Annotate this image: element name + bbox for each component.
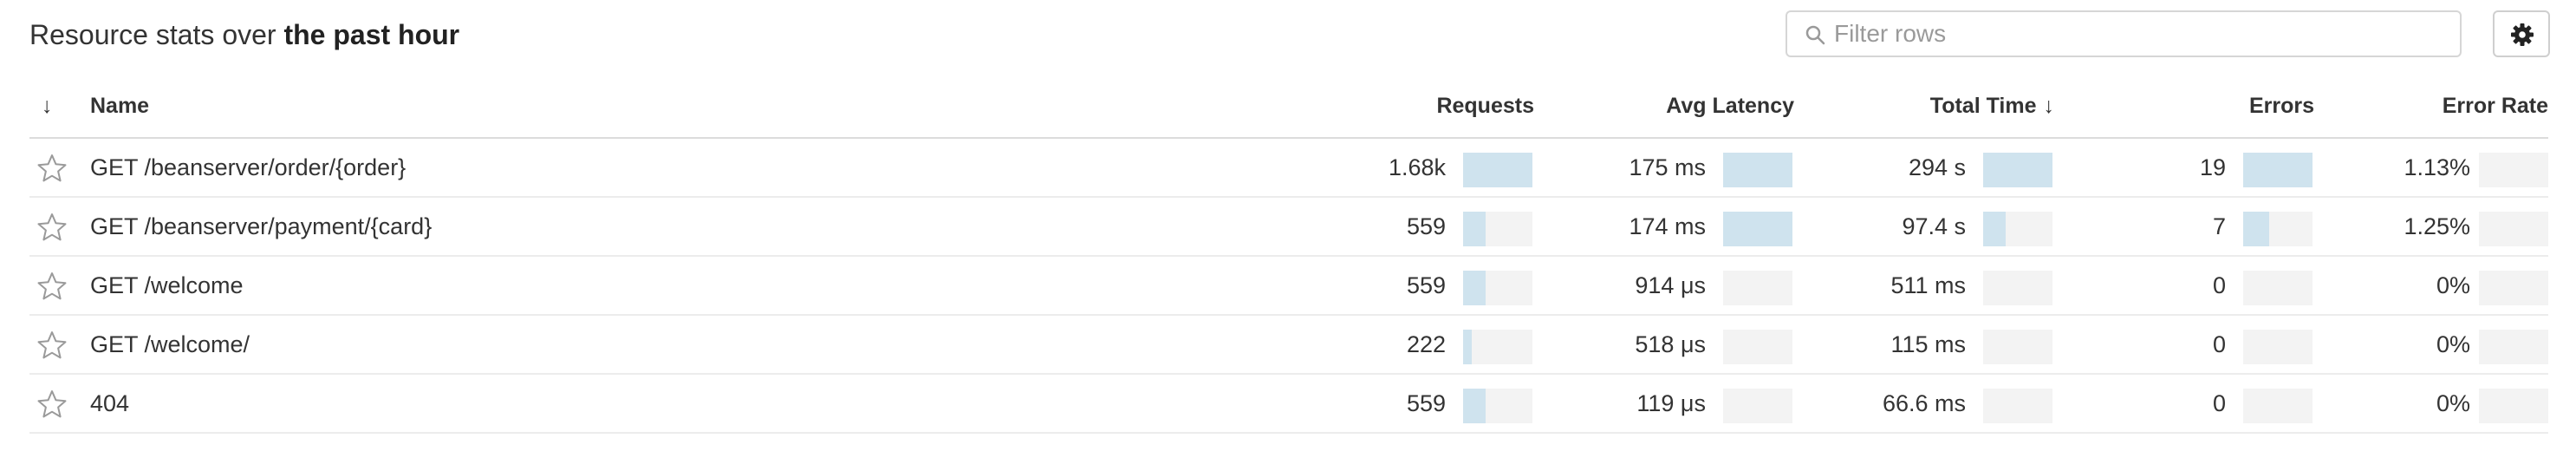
avg-latency-value: 518 μs (1635, 331, 1706, 357)
resource-name[interactable]: 404 (90, 375, 129, 432)
resource-name[interactable]: GET /welcome (90, 257, 244, 314)
errors-value: 0 (2212, 331, 2226, 357)
table-row[interactable]: GET /welcome/ 222 518 μs 115 ms 0 0% (29, 316, 2548, 375)
avg-latency-bar (1723, 212, 1792, 246)
arrow-down-icon: ↓ (2043, 94, 2055, 118)
error-rate-bar (2479, 330, 2548, 364)
panel-title: Resource stats over the past hour (29, 16, 459, 54)
total-time-value: 115 ms (1890, 331, 1966, 357)
avg-latency-value: 119 μs (1636, 390, 1706, 416)
settings-button[interactable] (2493, 10, 2550, 57)
requests-bar (1463, 330, 1532, 364)
table-row[interactable]: GET /welcome 559 914 μs 511 ms 0 0% (29, 257, 2548, 316)
error-rate-bar (2479, 153, 2548, 187)
errors-value: 7 (2212, 213, 2226, 239)
resource-name[interactable]: GET /welcome/ (90, 316, 250, 373)
total-time-value: 66.6 ms (1882, 390, 1966, 416)
requests-value: 559 (1406, 272, 1446, 298)
avg-latency-bar (1723, 271, 1792, 305)
requests-value: 222 (1406, 331, 1446, 357)
column-header-total-time-label: Total Time (1929, 94, 2037, 118)
avg-latency-bar (1723, 153, 1792, 187)
error-rate-bar (2479, 212, 2548, 246)
column-header-avg-latency[interactable]: Avg Latency (1534, 90, 1794, 121)
requests-value: 559 (1406, 390, 1446, 416)
avg-latency-bar-fill (1723, 153, 1792, 187)
total-time-value: 294 s (1908, 154, 1966, 180)
total-time-value: 511 ms (1890, 272, 1966, 298)
star-outline-icon[interactable] (36, 389, 68, 420)
table-row[interactable]: 404 559 119 μs 66.6 ms 0 0% (29, 375, 2548, 434)
column-header-errors[interactable]: Errors (2054, 90, 2314, 121)
column-header-name[interactable]: Name (90, 90, 149, 121)
resource-stats-table: ↓ Name Requests Avg Latency Total Time ↓ … (29, 73, 2548, 434)
requests-value: 559 (1406, 213, 1446, 239)
resource-stats-panel: Resource stats over the past hour Filter… (0, 0, 2576, 458)
error-rate-value: 0% (2436, 390, 2470, 416)
table-body: GET /beanserver/order/{order} 1.68k 175 … (29, 139, 2548, 434)
requests-bar-fill (1463, 271, 1486, 305)
star-outline-icon[interactable] (36, 330, 68, 361)
total-time-bar (1983, 389, 2052, 423)
panel-header: Resource stats over the past hour (0, 0, 2576, 73)
error-rate-bar (2479, 389, 2548, 423)
star-outline-icon[interactable] (36, 271, 68, 302)
gear-icon (2511, 23, 2534, 46)
column-header-total-time[interactable]: Total Time ↓ (1794, 90, 2054, 121)
table-header-row: ↓ Name Requests Avg Latency Total Time ↓ … (29, 73, 2548, 139)
error-rate-value: 1.25% (2404, 213, 2470, 239)
avg-latency-bar (1723, 330, 1792, 364)
total-time-bar-fill (1983, 212, 2007, 246)
requests-bar-fill (1463, 153, 1532, 187)
error-rate-value: 1.13% (2404, 154, 2470, 180)
column-header-requests[interactable]: Requests (1274, 90, 1534, 121)
total-time-bar (1983, 271, 2052, 305)
requests-bar-fill (1463, 330, 1473, 364)
avg-latency-value: 174 ms (1629, 213, 1706, 239)
search-icon (1805, 25, 1825, 45)
error-rate-value: 0% (2436, 331, 2470, 357)
star-outline-icon[interactable] (36, 212, 68, 243)
resource-name[interactable]: GET /beanserver/order/{order} (90, 139, 406, 196)
requests-bar-fill (1463, 389, 1486, 423)
requests-bar (1463, 389, 1532, 423)
total-time-value: 97.4 s (1902, 213, 1966, 239)
requests-bar (1463, 271, 1532, 305)
errors-value: 19 (2199, 154, 2226, 180)
total-time-bar (1983, 212, 2052, 246)
total-time-bar-fill (1983, 153, 2052, 187)
avg-latency-value: 175 ms (1629, 154, 1706, 180)
filter-rows-box[interactable] (1786, 10, 2462, 57)
requests-bar-fill (1463, 212, 1486, 246)
requests-value: 1.68k (1388, 154, 1446, 180)
errors-value: 0 (2212, 272, 2226, 298)
total-time-bar (1983, 153, 2052, 187)
avg-latency-value: 914 μs (1635, 272, 1706, 298)
title-prefix: Resource stats over (29, 19, 284, 50)
resource-name[interactable]: GET /beanserver/payment/{card} (90, 198, 432, 255)
requests-bar (1463, 212, 1532, 246)
title-time-range: the past hour (283, 19, 460, 50)
sort-indicator-header[interactable]: ↓ (42, 90, 53, 121)
table-row[interactable]: GET /beanserver/order/{order} 1.68k 175 … (29, 139, 2548, 198)
avg-latency-bar (1723, 389, 1792, 423)
error-rate-bar (2479, 271, 2548, 305)
errors-value: 0 (2212, 390, 2226, 416)
column-header-error-rate[interactable]: Error Rate (2323, 90, 2548, 121)
error-rate-value: 0% (2436, 272, 2470, 298)
avg-latency-bar-fill (1723, 212, 1792, 246)
filter-rows-input[interactable] (1834, 16, 2441, 52)
requests-bar (1463, 153, 1532, 187)
table-row[interactable]: GET /beanserver/payment/{card} 559 174 m… (29, 198, 2548, 257)
errors-bar-fill (2243, 212, 2269, 246)
total-time-bar (1983, 330, 2052, 364)
star-outline-icon[interactable] (36, 153, 68, 184)
